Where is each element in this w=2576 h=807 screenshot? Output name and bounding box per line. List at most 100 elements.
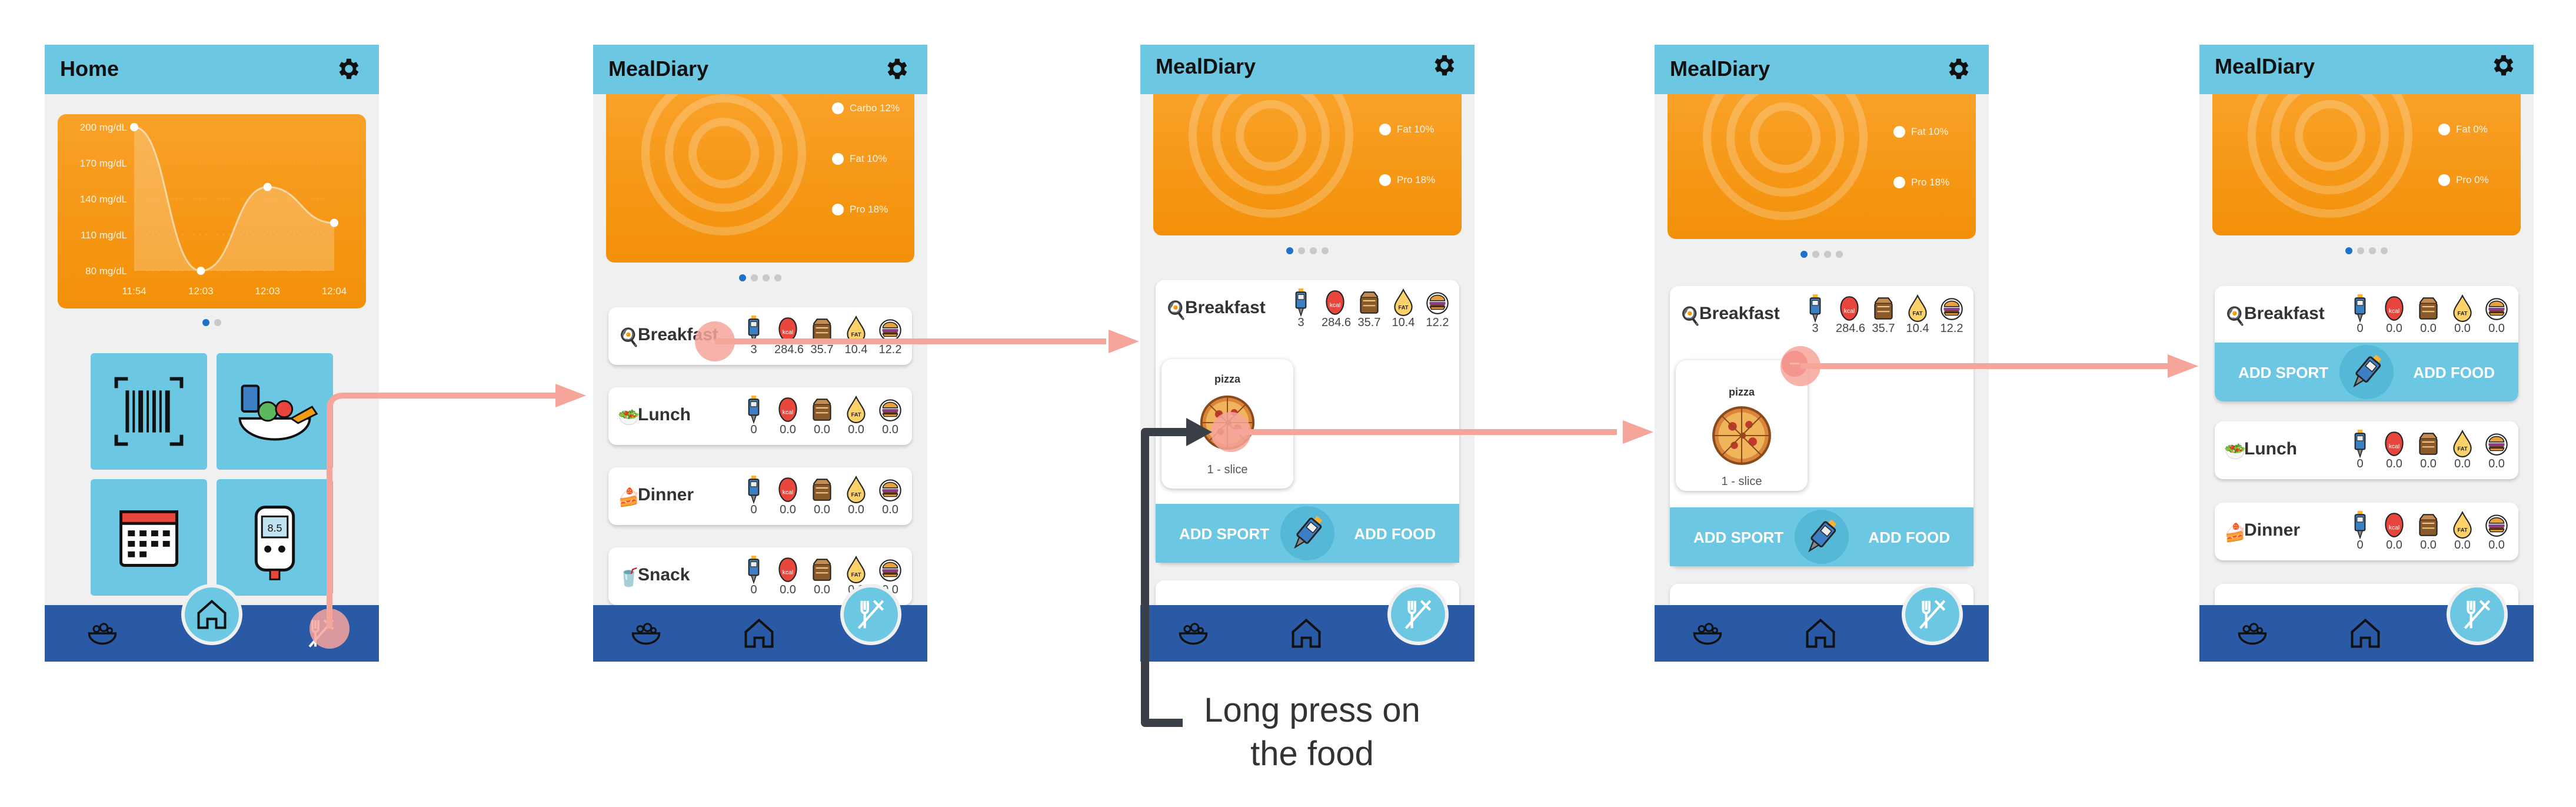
meal-row-lunch[interactable]: 🥗Lunch 0 0.0 0.0 0.0 0.0	[608, 387, 912, 445]
meal-bowl-icon[interactable]	[1176, 616, 1211, 651]
calendar-tile[interactable]	[91, 479, 207, 596]
meal-card-breakfast[interactable]: 🍳Breakfast 0 0.0 0.0 0.0 0.0 ADD SPORT ADD F…	[2215, 286, 2518, 401]
home-icon[interactable]	[1289, 616, 1324, 651]
home-icon	[194, 597, 229, 632]
food-card-pizza[interactable]: pizza 1 - slice	[1161, 359, 1293, 489]
carousel-dot[interactable]	[1286, 247, 1293, 254]
gear-icon[interactable]	[334, 55, 361, 82]
carousel-dot[interactable]	[2345, 247, 2352, 254]
meal-nav-button[interactable]	[840, 584, 901, 645]
gear-icon[interactable]	[2489, 52, 2516, 79]
food-card-pizza[interactable]: pizza 1 - slice	[1676, 360, 1808, 491]
insulin-button[interactable]	[1795, 510, 1849, 564]
carousel-dot[interactable]	[751, 274, 758, 281]
carousel-dot[interactable]	[1812, 251, 1819, 258]
carousel-dot[interactable]	[1836, 251, 1843, 258]
nutrient-ring-chart: Fat 0% Pro 0%	[2212, 94, 2521, 235]
nutrient-value: 3	[1297, 316, 1304, 329]
add-sport-button[interactable]: ADD SPORT	[2238, 364, 2328, 382]
meal-bowl-icon[interactable]	[628, 616, 664, 651]
fat-drop-icon	[1391, 287, 1416, 317]
screen-food-removed: MealDiary Fat 0% Pro 0% 🍳Breakfast 0 0.0 0…	[2199, 45, 2534, 662]
protein-burger-icon	[878, 474, 903, 504]
gear-icon[interactable]	[1430, 52, 1457, 79]
meal-row-breakfast[interactable]: 🍳Breakfast 3 284.6 35.7 10.4 12.2	[608, 307, 912, 365]
meal-bowl-icon[interactable]	[85, 616, 120, 651]
meal-row-dinner[interactable]: 🍰Dinner 0 0.0 0.0 0.0 0.0	[2215, 503, 2518, 560]
meal-nav-button[interactable]	[1902, 584, 1963, 645]
carousel-dot[interactable]	[214, 319, 221, 326]
add-sport-button[interactable]: ADD SPORT	[1179, 525, 1269, 543]
add-sport-button[interactable]: ADD SPORT	[1693, 529, 1783, 547]
carousel-dot[interactable]	[1298, 247, 1305, 254]
carousel-dot[interactable]	[1800, 251, 1808, 258]
carousel-dots[interactable]	[593, 274, 927, 281]
glucose-point[interactable]	[130, 123, 138, 131]
carousel-dots[interactable]	[1655, 251, 1989, 258]
glucose-chart: 200 mg/dL 170 mg/dL 140 mg/dL 110 mg/dL 80 m…	[58, 114, 366, 308]
food-name: pizza	[1728, 386, 1755, 398]
meal-bowl-icon[interactable]	[1690, 616, 1725, 651]
carousel-dot[interactable]	[202, 319, 209, 326]
legend-dot	[1893, 126, 1905, 138]
home-nav-button[interactable]	[181, 584, 242, 645]
meal-card-breakfast[interactable]: 🍳Breakfast 3 284.6 35.7 10.4 12.2 pizza 1 - …	[1670, 286, 1973, 566]
bottom-navbar	[1655, 584, 1989, 662]
meal-label: Lunch	[2244, 439, 2297, 459]
glucose-point[interactable]	[330, 218, 338, 227]
nutrient-value: 12.2	[1426, 316, 1449, 329]
insulin-pen-icon	[2340, 344, 2394, 398]
barcode-scan-tile[interactable]	[91, 353, 207, 470]
add-food-button[interactable]: ADD FOOD	[1868, 529, 1950, 547]
fork-knife-icon[interactable]	[304, 616, 339, 651]
home-icon[interactable]	[741, 616, 777, 651]
nutrient-calorie: 0.0	[774, 474, 801, 516]
home-icon[interactable]	[1803, 616, 1838, 651]
meal-card-breakfast[interactable]: 🍳Breakfast 3 284.6 35.7 10.4 12.2 pizza 1 - …	[1156, 280, 1459, 563]
carousel-dot[interactable]	[739, 274, 746, 281]
meal-name: 🍳Breakfast	[2224, 304, 2325, 326]
add-food-button[interactable]: ADD FOOD	[2413, 364, 2495, 382]
meal-label: Snack	[638, 565, 690, 585]
carousel-dot[interactable]	[1824, 251, 1831, 258]
food-log-tile[interactable]	[217, 353, 333, 470]
glucose-point[interactable]	[197, 267, 205, 275]
carousel-dot[interactable]	[1310, 247, 1317, 254]
delete-food-button[interactable]: –	[1782, 351, 1808, 377]
arrowhead-3	[1623, 420, 1653, 444]
carousel-dots[interactable]	[2199, 247, 2534, 254]
gear-icon[interactable]	[1944, 55, 1971, 82]
nutrient-value: 0.0	[814, 503, 830, 516]
pizza-icon	[1199, 394, 1256, 451]
meal-row-lunch[interactable]: 🥗Lunch 0 0.0 0.0 0.0 0.0	[2215, 421, 2518, 479]
legend-fat: Fat 10%	[850, 153, 887, 164]
meal-name: 🍰Dinner	[618, 485, 694, 507]
insulin-button[interactable]	[2339, 345, 2394, 399]
carousel-dot[interactable]	[2369, 247, 2376, 254]
add-food-button[interactable]: ADD FOOD	[1354, 525, 1436, 543]
screen-home: Home 200 mg/dL 170 mg/dL 140 mg/dL 110 mg/d…	[45, 45, 379, 662]
header-bar: MealDiary	[1140, 45, 1475, 94]
carousel-dots[interactable]	[1140, 247, 1475, 254]
glucose-point[interactable]	[263, 182, 272, 191]
nutrient-fat-drop: 10.4	[1904, 293, 1931, 334]
glucose-meter-tile[interactable]: 8.5	[217, 479, 333, 596]
nutrient-value: 0.0	[780, 583, 796, 596]
nutrient-fat-drop: 0.0	[843, 394, 870, 436]
carousel-dot[interactable]	[774, 274, 781, 281]
nutrient-insulin-pen: 0	[740, 554, 767, 596]
home-icon[interactable]	[2348, 616, 2383, 651]
meal-row-dinner[interactable]: 🍰Dinner 0 0.0 0.0 0.0 0.0	[608, 467, 912, 525]
protein-burger-icon	[878, 554, 903, 584]
carousel-dots[interactable]	[45, 319, 379, 326]
meal-nav-button[interactable]	[1387, 584, 1449, 645]
carousel-dot[interactable]	[763, 274, 770, 281]
insulin-button[interactable]	[1280, 506, 1334, 560]
carousel-dot[interactable]	[2381, 247, 2388, 254]
meal-bowl-icon[interactable]	[2235, 616, 2270, 651]
y-tick-label: 140 mg/dL	[80, 194, 127, 205]
carousel-dot[interactable]	[2357, 247, 2364, 254]
meal-nav-button[interactable]	[2447, 584, 2508, 645]
carousel-dot[interactable]	[1322, 247, 1329, 254]
gear-icon[interactable]	[883, 55, 910, 82]
